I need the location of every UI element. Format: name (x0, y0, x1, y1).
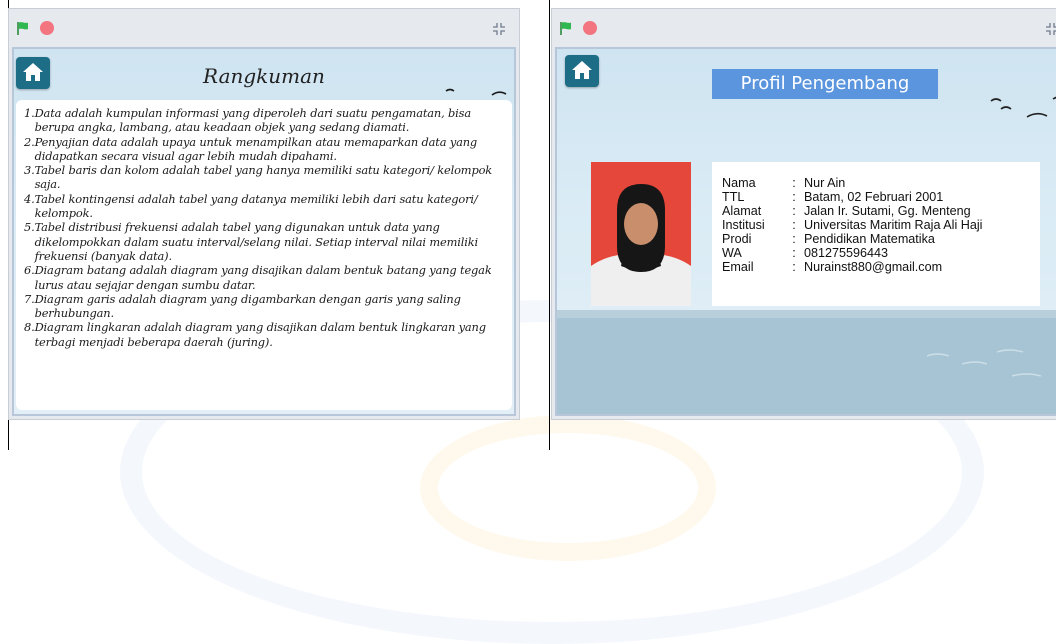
fullscreen-icon[interactable] (491, 21, 507, 37)
profile-row-name: Nama : Nur Ain (722, 176, 846, 190)
summary-item: 1. Data adalah kumpulan informasi yang di… (24, 106, 472, 135)
left-player-window: Rangkuman 1. Data adalah kumpulan informa… (8, 8, 520, 420)
waves-decoration (926, 349, 1042, 377)
summary-stage: Rangkuman 1. Data adalah kumpulan informa… (12, 47, 516, 416)
profile-table: Nama : Nur Ain TTL : Batam, 02 Februari … (722, 176, 982, 274)
right-toolbar (552, 9, 1056, 45)
summary-item: 6. Diagram batang adalah diagram yang dis… (24, 263, 492, 292)
profile-row-whatsapp: WA : 081275596443 (722, 246, 889, 260)
developer-photo (591, 162, 691, 306)
stop-icon[interactable] (583, 21, 597, 35)
green-flag-icon[interactable] (560, 21, 576, 35)
birds-decoration (990, 96, 1056, 118)
summary-item: 4. Tabel kontingensi adalah tabel yang da… (24, 191, 478, 221)
profile-row-study-program: Prodi : Pendidikan Matematika (722, 232, 935, 246)
portrait-image (591, 162, 691, 306)
right-player-window: Profil Pengembang Nama : Nur Ain TTL: B… (551, 8, 1056, 420)
summary-item: 2. Penyajian data adalah upaya untuk mena… (24, 134, 478, 163)
frame-line-middle (549, 0, 550, 450)
summary-item: 3. Tabel baris dan kolom adalah tabel yan… (24, 163, 493, 192)
sea-background (557, 318, 1056, 414)
horizon-band (557, 310, 1056, 318)
profile-row-institution: Institusi : Universitas Maritim Raja Ali… (722, 218, 983, 232)
home-icon (572, 61, 592, 79)
stop-icon[interactable] (40, 21, 54, 35)
background-watermark-accent (420, 415, 716, 561)
profile-stage: Profil Pengembang Nama : Nur Ain TTL: B… (555, 47, 1056, 416)
fullscreen-icon[interactable] (1044, 21, 1056, 37)
left-toolbar (9, 9, 519, 45)
summary-card: 1. Data adalah kumpulan informasi yang di… (16, 100, 512, 410)
profile-info-card: Nama : Nur Ain TTL : Batam, 02 Februari … (712, 162, 1040, 306)
summary-list: 1. Data adalah kumpulan informasi yang di… (16, 100, 512, 349)
home-button[interactable] (565, 55, 599, 87)
profile-row-address: Alamat : Jalan Ir. Sutami, Gg. Menteng (722, 204, 971, 218)
profile-row-ttl: TTL : Batam, 02 Februari 2001 (722, 190, 944, 204)
summary-item: 7. Diagram garis adalah diagram yang diga… (24, 291, 461, 321)
summary-item: 8. Diagram lingkaran adalah diagram yang … (24, 320, 486, 349)
profile-title: Profil Pengembang (712, 69, 938, 99)
profile-row-email: Email : Nurainst880@gmail.com (722, 260, 943, 274)
green-flag-icon[interactable] (17, 21, 33, 35)
summary-item: 5. Tabel distribusi frekuensi adalah tabe… (24, 220, 478, 263)
summary-title: Rangkuman (203, 64, 325, 88)
